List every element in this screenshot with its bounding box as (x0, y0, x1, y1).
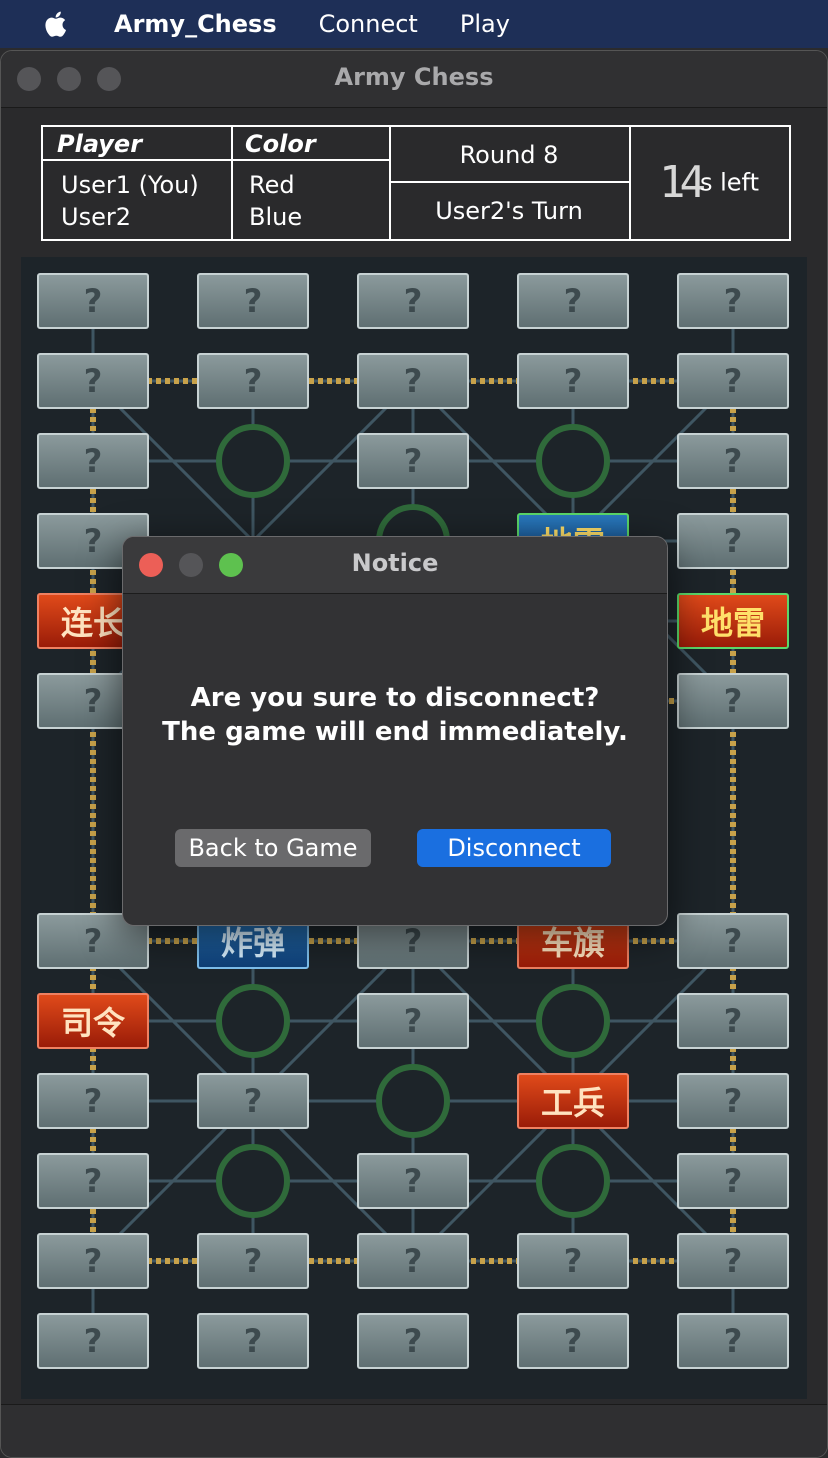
player-2-name: User2 (61, 203, 131, 231)
dialog-message-line-2: The game will end immediately. (162, 717, 628, 747)
hidden-piece[interactable]: ? (677, 353, 789, 409)
hidden-piece[interactable]: ? (517, 1313, 629, 1369)
timer-digits: 14 (659, 157, 706, 208)
status-column: Round 8 User2's Turn (389, 127, 631, 239)
player-column: Player User1 (You) User2 (43, 127, 233, 239)
hidden-piece[interactable]: ? (677, 993, 789, 1049)
dialog-message-line-1: Are you sure to disconnect? (190, 683, 600, 713)
hidden-piece[interactable]: ? (677, 1233, 789, 1289)
apple-icon[interactable] (42, 9, 72, 39)
hidden-piece[interactable]: ? (677, 1153, 789, 1209)
hidden-piece[interactable]: ? (357, 433, 469, 489)
notice-dialog: Notice Are you sure to disconnect? The g… (122, 536, 668, 926)
hidden-piece[interactable]: ? (37, 1153, 149, 1209)
hidden-piece[interactable]: ? (677, 273, 789, 329)
hidden-piece[interactable]: ? (677, 1073, 789, 1129)
piece[interactable]: 司令 (37, 993, 149, 1049)
color-header: Color (231, 127, 389, 161)
dialog-message: Are you sure to disconnect? The game wil… (123, 681, 667, 749)
hidden-piece[interactable]: ? (37, 353, 149, 409)
turn-label: User2's Turn (435, 197, 583, 225)
hidden-piece[interactable]: ? (677, 913, 789, 969)
hidden-piece[interactable]: ? (357, 273, 469, 329)
disconnect-button[interactable]: Disconnect (417, 829, 611, 867)
hidden-piece[interactable]: ? (197, 273, 309, 329)
hidden-piece[interactable]: ? (677, 513, 789, 569)
timer-suffix: s left (699, 168, 759, 197)
hidden-piece[interactable]: ? (357, 1313, 469, 1369)
timer-column: 14s left (629, 127, 789, 239)
hidden-piece[interactable]: ? (37, 1073, 149, 1129)
menu-connect[interactable]: Connect (319, 10, 418, 38)
player-header: Player (43, 127, 231, 161)
hidden-piece[interactable]: ? (677, 1313, 789, 1369)
dialog-title: Notice (351, 549, 439, 577)
hidden-piece[interactable]: ? (517, 353, 629, 409)
menu-bar: Army_Chess Connect Play (0, 0, 828, 48)
hidden-piece[interactable]: ? (677, 673, 789, 729)
hidden-piece[interactable]: ? (197, 1233, 309, 1289)
hidden-piece[interactable]: ? (197, 1313, 309, 1369)
piece[interactable]: 工兵 (517, 1073, 629, 1129)
hidden-piece[interactable]: ? (197, 353, 309, 409)
window-title: Army Chess (334, 63, 494, 91)
menu-app-name[interactable]: Army_Chess (114, 10, 277, 38)
hidden-piece[interactable]: ? (517, 1233, 629, 1289)
hidden-piece[interactable]: ? (677, 433, 789, 489)
piece[interactable]: 地雷 (677, 593, 789, 649)
player-2-color: Blue (249, 203, 303, 231)
hidden-piece[interactable]: ? (197, 1073, 309, 1129)
hidden-piece[interactable]: ? (37, 273, 149, 329)
dialog-titlebar: Notice (123, 537, 667, 594)
game-info-table: Player User1 (You) User2 Color Red Blue … (41, 125, 791, 241)
menu-play[interactable]: Play (460, 10, 510, 38)
hidden-piece[interactable]: ? (357, 993, 469, 1049)
round-label: Round 8 (389, 127, 629, 183)
player-1-color: Red (249, 171, 295, 199)
window-bottom-bar (1, 1404, 827, 1457)
hidden-piece[interactable]: ? (517, 273, 629, 329)
window-titlebar: Army Chess (1, 51, 827, 108)
color-column: Color Red Blue (231, 127, 391, 239)
player-1-name: User1 (You) (61, 171, 199, 199)
hidden-piece[interactable]: ? (357, 1153, 469, 1209)
hidden-piece[interactable]: ? (357, 353, 469, 409)
hidden-piece[interactable]: ? (37, 433, 149, 489)
hidden-piece[interactable]: ? (357, 1233, 469, 1289)
back-to-game-button[interactable]: Back to Game (175, 829, 371, 867)
timer: 14s left (629, 157, 789, 208)
hidden-piece[interactable]: ? (37, 1313, 149, 1369)
hidden-piece[interactable]: ? (37, 1233, 149, 1289)
